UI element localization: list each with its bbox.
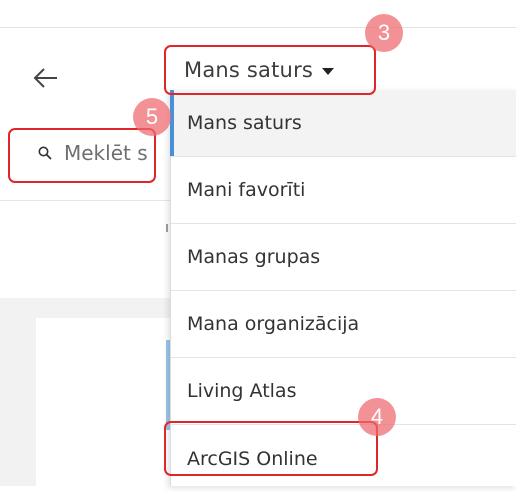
step-badge-5: 5 [133,98,171,136]
arrow-left-icon [33,68,57,88]
menu-item-label: Living Atlas [187,380,297,402]
menu-item-my-groups[interactable]: Manas grupas [171,224,516,291]
menu-item-my-organization[interactable]: Mana organizācija [171,291,516,358]
background-tick [166,224,168,232]
menu-item-my-content[interactable]: Mans saturs [171,90,516,157]
menu-item-living-atlas[interactable]: Living Atlas [171,358,516,425]
step-badge-4: 4 [358,398,396,436]
content-card [36,318,175,486]
menu-item-label: Mani favorīti [187,179,306,201]
back-button[interactable] [24,58,64,98]
step-badge-3: 3 [365,14,403,52]
highlight-arcgis-online [164,421,378,476]
menu-item-label: Mans saturs [187,112,302,134]
header-divider [0,27,516,28]
highlight-dropdown [164,45,376,95]
highlight-search [8,128,156,183]
menu-item-label: Manas grupas [187,246,321,268]
menu-item-label: Mana organizācija [187,313,360,335]
selected-indicator [170,90,174,156]
search-divider [0,200,175,201]
menu-item-my-favorites[interactable]: Mani favorīti [171,157,516,224]
